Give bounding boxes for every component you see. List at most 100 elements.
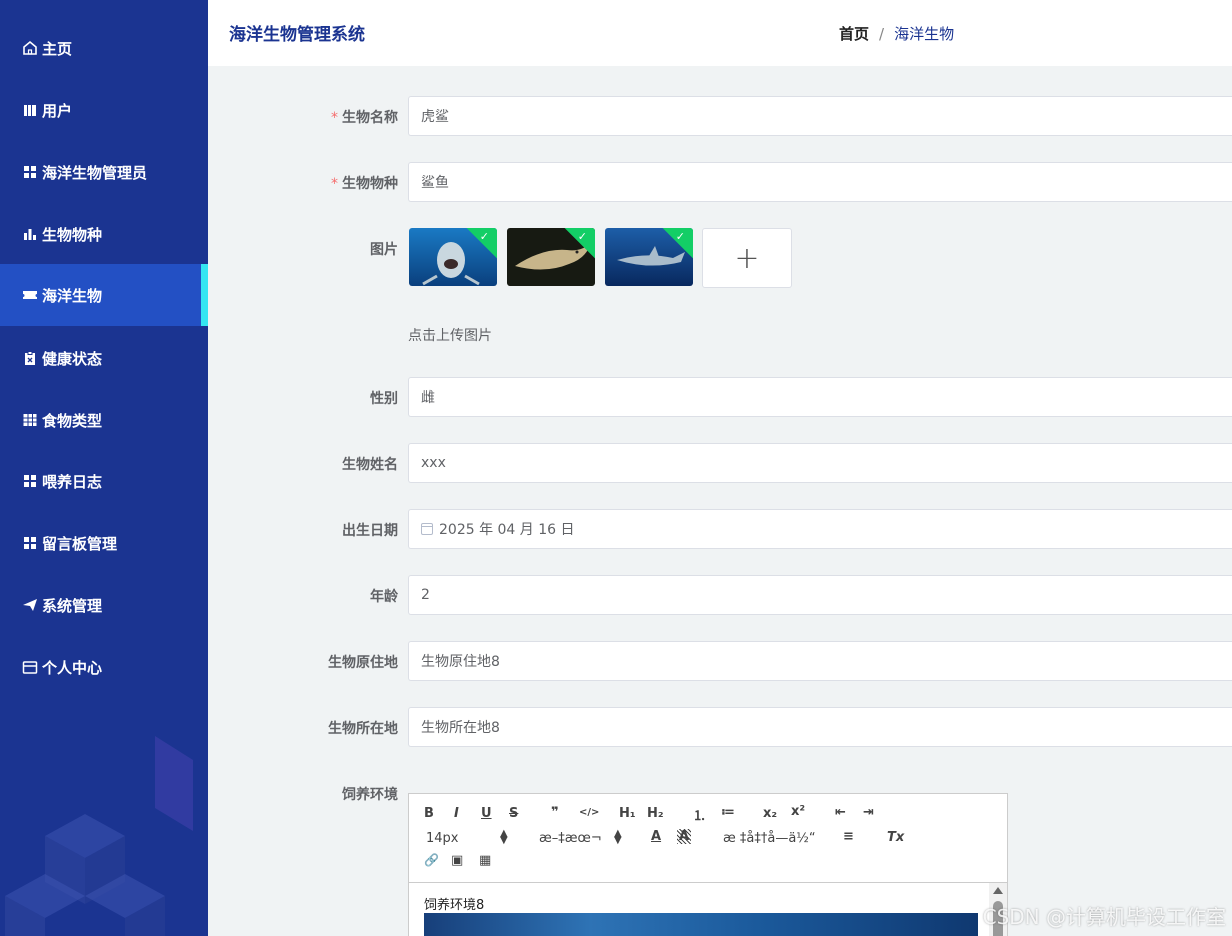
decorative-cubes (5, 736, 193, 936)
sidebar-item-label: 留言板管理 (42, 534, 118, 553)
name-label: * 生物名称 (331, 110, 398, 126)
ticket-icon (22, 287, 38, 303)
send-icon (22, 597, 38, 613)
name-input[interactable]: 虎鲨 (408, 96, 1232, 136)
upload-tip: 点击上传图片 (408, 328, 492, 344)
grid-icon (22, 164, 38, 180)
sidebar-item-home[interactable]: 主页 (0, 17, 208, 79)
grid-icon (22, 473, 38, 489)
origin-label: 生物原住地 (328, 655, 398, 671)
home-icon (22, 40, 38, 56)
check-icon: ✓ (577, 230, 587, 243)
watermark: CSDN @计算机毕设工作室 (982, 905, 1226, 929)
bullet-list-button[interactable]: ≔ (721, 805, 735, 820)
font-select[interactable]: æ–‡æœ¬ (539, 831, 602, 846)
video-button[interactable]: ▦ (479, 853, 491, 868)
uploaded-image-2[interactable]: ✓ (507, 228, 595, 286)
age-label: 年龄 (370, 589, 398, 605)
strike-button[interactable]: S (509, 806, 518, 821)
species-select[interactable]: 鲨鱼 (408, 162, 1232, 202)
sidebar-item-food-types[interactable]: 食物类型 (0, 389, 208, 451)
link-button[interactable]: 🔗 (424, 853, 439, 867)
nickname-label: 生物姓名 (342, 457, 398, 473)
nickname-input[interactable]: xxx (408, 443, 1232, 483)
editor-toolbar: B I U S ❞ </> H₁ H₂ ⒈ ≔ x₂ x² ⇤ ⇥ 14px ▲… (409, 794, 1007, 883)
sidebar-item-label: 海洋生物 (42, 286, 103, 305)
sidebar-item-label: 健康状态 (42, 349, 103, 368)
uploaded-image-1[interactable]: ✓ (409, 228, 497, 286)
breadcrumb-separator: / (879, 24, 885, 43)
bold-button[interactable]: B (424, 806, 434, 821)
upload-image-button[interactable]: + (702, 228, 792, 288)
grid-icon (22, 535, 38, 551)
species-label: * 生物物种 (331, 176, 398, 192)
images-label: 图片 (370, 242, 398, 258)
sidebar-item-label: 食物类型 (42, 411, 103, 430)
sidebar-item-feeding-log[interactable]: 喂养日志 (0, 450, 208, 512)
sidebar-item-system[interactable]: 系统管理 (0, 574, 208, 636)
text-color-button[interactable]: A (651, 829, 661, 844)
birth-date-value: 2025 年 04 月 16 日 (439, 522, 575, 538)
birth-label: 出生日期 (342, 523, 398, 539)
sidebar-item-profile[interactable]: 个人中心 (0, 636, 208, 698)
origin-input[interactable]: 生物原住地8 (408, 641, 1232, 681)
indent-button[interactable]: ⇥ (863, 805, 874, 820)
environment-label: 饲养环境 (342, 787, 398, 803)
sidebar-item-marine-life[interactable]: 海洋生物 (0, 264, 208, 326)
image-button[interactable]: ▣ (451, 853, 463, 868)
sidebar-item-label: 喂养日志 (42, 472, 103, 491)
sidebar-item-health[interactable]: 健康状态 (0, 327, 208, 389)
chevron-updown-icon: ▼ (500, 835, 508, 846)
font-size-select[interactable]: 14px (426, 831, 459, 846)
calendar-icon (421, 523, 433, 535)
age-input[interactable]: 2 (408, 575, 1232, 615)
required-mark: * (331, 176, 338, 192)
subscript-button[interactable]: x₂ (763, 806, 777, 821)
code-button[interactable]: </> (579, 807, 599, 818)
editor-content-text: 饲养环境8 (424, 898, 485, 913)
uploaded-image-3[interactable]: ✓ (605, 228, 693, 286)
user-icon (22, 102, 38, 118)
sidebar-item-admins[interactable]: 海洋生物管理员 (0, 141, 208, 203)
quote-button[interactable]: ❞ (551, 805, 559, 820)
location-label: 生物所在地 (328, 721, 398, 737)
sidebar-item-label: 生物物种 (42, 225, 103, 244)
breadcrumb-home[interactable]: 首页 (839, 23, 869, 44)
table-icon (22, 412, 38, 428)
sidebar-item-species[interactable]: 生物物种 (0, 203, 208, 265)
underline-button[interactable]: U (481, 806, 492, 821)
editor-embedded-image (424, 913, 978, 936)
editor-content[interactable]: 饲养环境8 (409, 883, 1007, 936)
h1-button[interactable]: H₁ (619, 806, 636, 821)
outdent-button[interactable]: ⇤ (835, 805, 846, 820)
sidebar-item-label: 系统管理 (42, 596, 103, 615)
clipboard-icon (22, 350, 38, 366)
superscript-button[interactable]: x² (791, 804, 805, 819)
required-mark: * (331, 110, 338, 126)
sidebar: 主页 用户 海洋生物管理员 生物物种 海洋生物 健康状态 食物类型 喂养日志 留… (0, 0, 208, 936)
rich-text-editor: B I U S ❞ </> H₁ H₂ ⒈ ≔ x₂ x² ⇤ ⇥ 14px ▲… (408, 793, 1008, 936)
ordered-list-button[interactable]: ⒈ (693, 805, 706, 824)
gender-select[interactable]: 雌 (408, 377, 1232, 417)
align-button[interactable]: ≡ (843, 829, 854, 844)
clean-format-button[interactable]: Tx (887, 830, 904, 845)
gender-label: 性别 (370, 391, 398, 407)
sidebar-item-message-board[interactable]: 留言板管理 (0, 512, 208, 574)
background-color-button[interactable]: A (677, 829, 692, 844)
bar-chart-icon (22, 226, 38, 242)
h2-button[interactable]: H₂ (647, 806, 664, 821)
sidebar-item-label: 海洋生物管理员 (42, 163, 148, 182)
sidebar-item-label: 用户 (42, 101, 73, 120)
top-header: 海洋生物管理系统 首页 / 海洋生物 (208, 0, 1232, 66)
italic-button[interactable]: I (454, 806, 459, 821)
scroll-up-icon[interactable] (993, 887, 1003, 894)
card-icon (22, 659, 38, 675)
chevron-updown-icon: ▼ (614, 835, 622, 846)
location-input[interactable]: 生物所在地8 (408, 707, 1232, 747)
check-icon: ✓ (675, 230, 685, 243)
sidebar-item-label: 主页 (42, 39, 73, 58)
sidebar-item-label: 个人中心 (42, 658, 103, 677)
sidebar-item-users[interactable]: 用户 (0, 79, 208, 141)
header-select[interactable]: æ ‡å‡†å—ä½“ (723, 831, 816, 846)
birth-date-picker[interactable]: 2025 年 04 月 16 日 (408, 509, 1232, 549)
